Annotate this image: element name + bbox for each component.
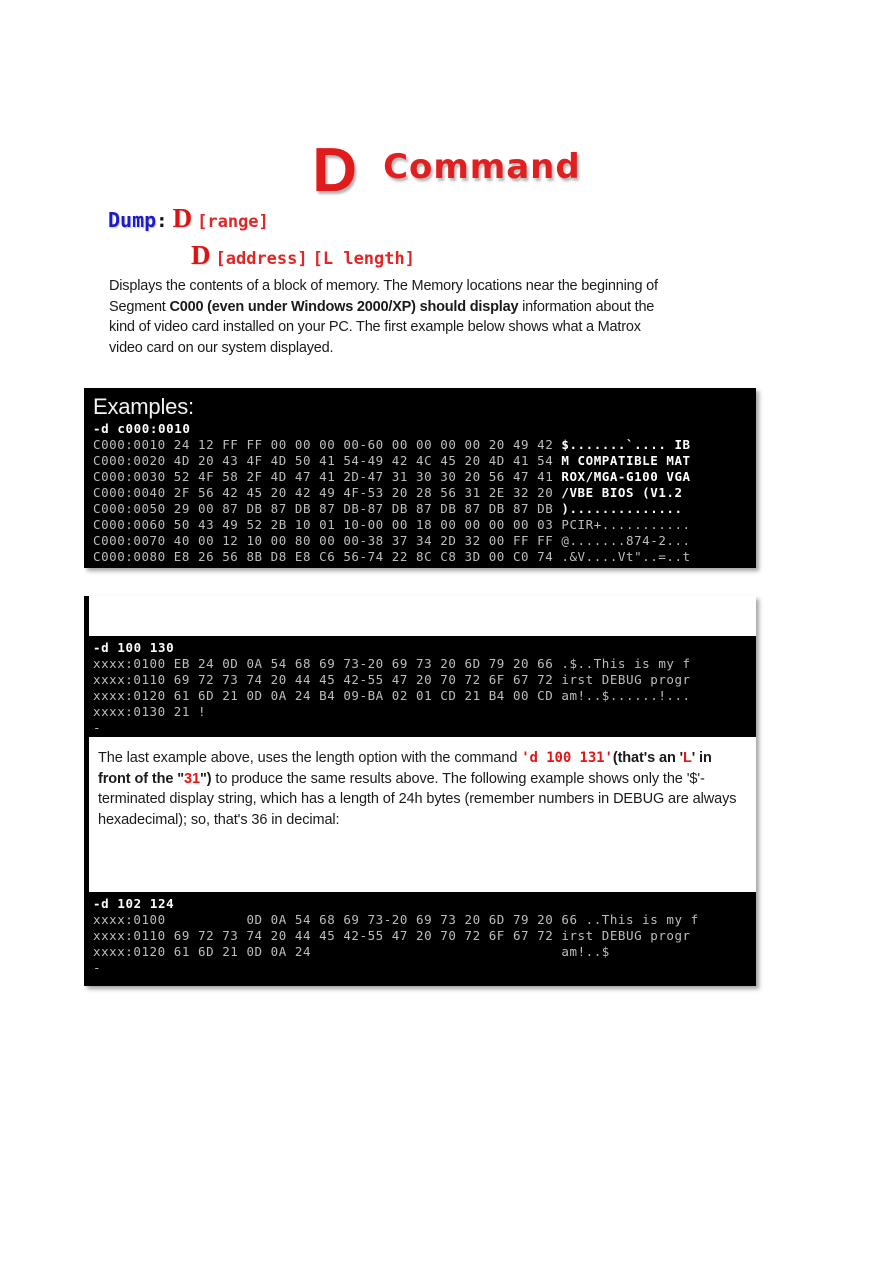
dump-line: C000:0020 4D 20 43 4F 4D 50 41 54-49 42 … <box>93 453 756 469</box>
dump-line: C000:0010 24 12 FF FF 00 00 00 00-60 00 … <box>93 437 756 453</box>
dump-ascii: @.......874-2... <box>561 533 691 548</box>
midtext-letter-l: L <box>683 750 692 766</box>
dump-line: C000:0060 50 43 49 52 2B 10 01 10-00 00 … <box>93 517 756 533</box>
dump-hex: 4D 20 43 4F 4D 50 41 54-49 42 4C 45 20 4… <box>173 453 554 468</box>
console-block-d102-124: -d 102 124 xxxx:0100 0D 0A 54 68 69 73-2… <box>84 892 756 986</box>
page-title: D Command <box>0 131 893 205</box>
midtext-bold3: ") <box>199 770 212 787</box>
dump-ascii: ..This is my f <box>585 912 699 927</box>
dump-ascii: PCIR+........... <box>561 517 691 532</box>
console1-command: -d c000:0010 <box>93 421 191 436</box>
dump-line: C000:0040 2F 56 42 45 20 42 49 4F-53 20 … <box>93 485 756 501</box>
dump-ascii: ROX/MGA-G100 VGA <box>561 469 691 484</box>
syntax-label-dump: Dump <box>108 208 157 232</box>
dump-ascii: $.......`.... IB <box>561 437 691 452</box>
syntax-line-range: Dump: D [range] <box>108 203 269 234</box>
dump-addr: C000:0030 <box>93 469 166 484</box>
syntax-arg-address: [address] <box>215 249 308 269</box>
syntax-colon: : <box>156 210 168 232</box>
middle-paragraph: The last example above, uses the length … <box>98 748 743 830</box>
dump-hex: 61 6D 21 0D 0A 24 B4 09-BA 02 01 CD 21 B… <box>173 688 554 703</box>
dump-ascii: am!..$ <box>561 944 610 959</box>
console-block-d100-130: -d 100 130 xxxx:0100 EB 24 0D 0A 54 68 6… <box>84 636 756 737</box>
dump-hex: 24 12 FF FF 00 00 00 00-60 00 00 00 00 2… <box>173 437 554 452</box>
dump-addr: xxxx:0110 <box>93 672 166 687</box>
syntax-arg-length: [L length] <box>312 249 415 269</box>
dump-hex: 69 72 73 74 20 44 45 42-55 47 20 70 72 6… <box>173 928 554 943</box>
syntax-line-address-length: D [address] [L length] <box>186 240 415 271</box>
dump-line: C000:0070 40 00 12 10 00 80 00 00-38 37 … <box>93 533 756 549</box>
console2-prompt: - <box>93 720 101 735</box>
dump-line: xxxx:0110 69 72 73 74 20 44 45 42-55 47 … <box>93 928 756 944</box>
dump-hex: EB 24 0D 0A 54 68 69 73-20 69 73 20 6D 7… <box>173 656 554 671</box>
intro-bold-segment: C000 (even under Windows 2000/XP) should… <box>169 298 519 315</box>
dump-line: C000:0050 29 00 87 DB 87 DB 87 DB-87 DB … <box>93 501 756 517</box>
syntax-command-d-2: D <box>191 240 211 270</box>
dump-hex: 69 72 73 74 20 44 45 42-55 47 20 70 72 6… <box>173 672 554 687</box>
console1-dump-lines: C000:0010 24 12 FF FF 00 00 00 00-60 00 … <box>84 437 756 565</box>
console3-prompt: - <box>93 960 101 975</box>
dump-addr: xxxx:0100 <box>93 912 166 927</box>
dump-hex: 21 <box>173 704 190 719</box>
dump-addr: xxxx:0120 <box>93 944 166 959</box>
dump-addr: C000:0020 <box>93 453 166 468</box>
dump-hex: 2F 56 42 45 20 42 49 4F-53 20 28 56 31 2… <box>173 485 554 500</box>
intro-paragraph: Displays the contents of a block of memo… <box>109 276 669 358</box>
title-word-command: Command <box>383 146 581 187</box>
dump-ascii: ).............. <box>561 501 683 516</box>
midtext-part1: The last example above, uses the length … <box>98 750 522 766</box>
dump-hex: E8 26 56 8B D8 E8 C6 56-74 22 8C C8 3D 0… <box>173 549 554 564</box>
dump-addr: C000:0080 <box>93 549 166 564</box>
console2-command: -d 100 130 <box>93 640 175 655</box>
midtext-bold1: (that's an ' <box>612 750 683 766</box>
dump-addr: xxxx:0130 <box>93 704 166 719</box>
dump-line: xxxx:0130 21 ! <box>93 704 756 720</box>
dump-ascii: am!..$......!... <box>561 688 691 703</box>
console-block-examples: Examples: -d c000:0010 C000:0010 24 12 F… <box>84 388 756 568</box>
dump-addr: C000:0070 <box>93 533 166 548</box>
dump-addr: xxxx:0110 <box>93 928 166 943</box>
dump-ascii: irst DEBUG progr <box>561 672 691 687</box>
dump-hex: 61 6D 21 0D 0A 24 <box>173 944 312 959</box>
dump-addr: C000:0040 <box>93 485 166 500</box>
syntax-arg-range: [range] <box>197 212 269 232</box>
midtext-command: 'd 100 131' <box>521 750 613 766</box>
syntax-command-d: D <box>172 203 193 233</box>
dump-line: xxxx:0110 69 72 73 74 20 44 45 42-55 47 … <box>93 672 756 688</box>
midtext-number-31: 31 <box>184 770 200 787</box>
dump-addr: C000:0060 <box>93 517 166 532</box>
examples-heading: Examples: <box>93 394 194 419</box>
console3-command: -d 102 124 <box>93 896 175 911</box>
dump-hex: 40 00 12 10 00 80 00 00-38 37 34 2D 32 0… <box>173 533 554 548</box>
dump-ascii: .&V....Vt"..=..t <box>561 549 691 564</box>
dump-addr: C000:0010 <box>93 437 166 452</box>
dump-ascii: ! <box>198 704 207 719</box>
dump-hex: 29 00 87 DB 87 DB 87 DB-87 DB 87 DB 87 D… <box>173 501 554 516</box>
dump-line: C000:0080 E8 26 56 8B D8 E8 C6 56-74 22 … <box>93 549 756 565</box>
dump-line: C000:0030 52 4F 58 2F 4D 47 41 2D-47 31 … <box>93 469 756 485</box>
dump-addr: xxxx:0120 <box>93 688 166 703</box>
dump-line: xxxx:0100 EB 24 0D 0A 54 68 69 73-20 69 … <box>93 656 756 672</box>
dump-ascii: M COMPATIBLE MAT <box>561 453 691 468</box>
dump-addr: xxxx:0100 <box>93 656 166 671</box>
dump-line: xxxx:0120 61 6D 21 0D 0A 24 am!..$ <box>93 944 756 960</box>
dump-ascii: .$..This is my f <box>561 656 691 671</box>
dump-addr: C000:0050 <box>93 501 166 516</box>
middle-section: -d 100 130 xxxx:0100 EB 24 0D 0A 54 68 6… <box>84 596 756 986</box>
dump-ascii: /VBE BIOS (V1.2 <box>561 485 691 500</box>
dump-ascii-spacer <box>311 944 561 959</box>
dump-hex: 0D 0A 54 68 69 73-20 69 73 20 6D 79 20 6… <box>173 912 578 927</box>
title-letter-d: D <box>312 136 358 205</box>
dump-line: xxxx:0120 61 6D 21 0D 0A 24 B4 09-BA 02 … <box>93 688 756 704</box>
dump-ascii: irst DEBUG progr <box>561 928 691 943</box>
dump-hex: 50 43 49 52 2B 10 01 10-00 00 18 00 00 0… <box>173 517 554 532</box>
dump-line: xxxx:0100 0D 0A 54 68 69 73-20 69 73 20 … <box>93 912 756 928</box>
dump-hex: 52 4F 58 2F 4D 47 41 2D-47 31 30 30 20 5… <box>173 469 554 484</box>
